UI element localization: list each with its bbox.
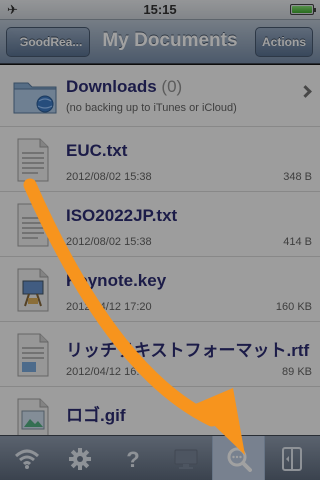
file-row[interactable]: リッチテキストフォーマット.rtf 2012/04/12 16:4 89 KB [0,322,320,387]
file-date: 2012/08/02 15:38 [66,236,152,248]
actions-button[interactable]: Actions [255,27,313,57]
tab-help[interactable]: ? [106,436,159,480]
chevron-right-icon [299,85,312,98]
back-button[interactable]: GoodRea... [6,27,90,57]
file-row[interactable]: ロゴ.gif [0,387,320,435]
file-name: ISO2022JP.txt [66,206,178,225]
file-name: Keynote.key [66,271,167,290]
svg-text:?: ? [126,447,139,471]
file-name: リッチテキストフォーマット.rtf [66,341,310,360]
folder-title: Downloads (0) [66,77,182,97]
tab-monitor[interactable] [159,436,212,480]
file-date: 2012/04/12 16:4 [66,366,146,378]
keynote-file-icon [17,268,49,312]
file-name: ロゴ.gif [66,406,126,425]
text-file-icon [17,138,49,182]
monitor-icon [174,449,197,469]
search-icon [227,447,252,472]
rtf-file-icon [17,333,49,377]
back-button-label: GoodRea... [19,35,83,49]
document-list: Downloads (0) (no backing up to iTunes o… [0,65,320,435]
file-date: 2012/08/02 15:38 [66,171,152,183]
folder-icon [13,82,57,114]
status-time: 15:15 [143,2,177,17]
file-name: EUC.txt [66,141,128,160]
battery-icon [290,4,316,15]
file-size: 160 KB [275,301,312,313]
folder-subtitle: (no backing up to iTunes or iCloud) [66,102,237,114]
file-row[interactable]: EUC.txt 2012/08/02 15:38 348 B [0,127,320,192]
tab-split-view[interactable] [265,436,318,480]
navigation-bar: GoodRea... My Documents Actions [0,20,320,64]
image-file-icon [17,398,49,435]
tab-search[interactable] [212,436,265,480]
file-row[interactable]: Keynote.key 2012/04/12 17:20 160 KB [0,257,320,322]
wifi-icon [14,449,39,469]
tab-wifi[interactable] [0,436,53,480]
status-bar: ✈ 15:15 [0,0,320,20]
folder-count: (0) [161,77,183,96]
text-file-icon [17,203,49,247]
split-view-icon [281,446,302,471]
question-icon: ? [126,447,139,471]
gear-icon [68,447,91,470]
page-title: My Documents [102,30,238,51]
tab-settings[interactable] [53,436,106,480]
file-size: 348 B [283,171,312,183]
file-row[interactable]: ISO2022JP.txt 2012/08/02 15:38 414 B [0,192,320,257]
file-size: 414 B [283,236,312,248]
folder-name: Downloads [66,77,157,96]
file-size: 89 KB [282,366,312,378]
folder-row-downloads[interactable]: Downloads (0) (no backing up to iTunes o… [0,65,320,127]
file-date: 2012/04/12 17:20 [66,301,152,313]
tab-bar: ? [0,435,320,480]
